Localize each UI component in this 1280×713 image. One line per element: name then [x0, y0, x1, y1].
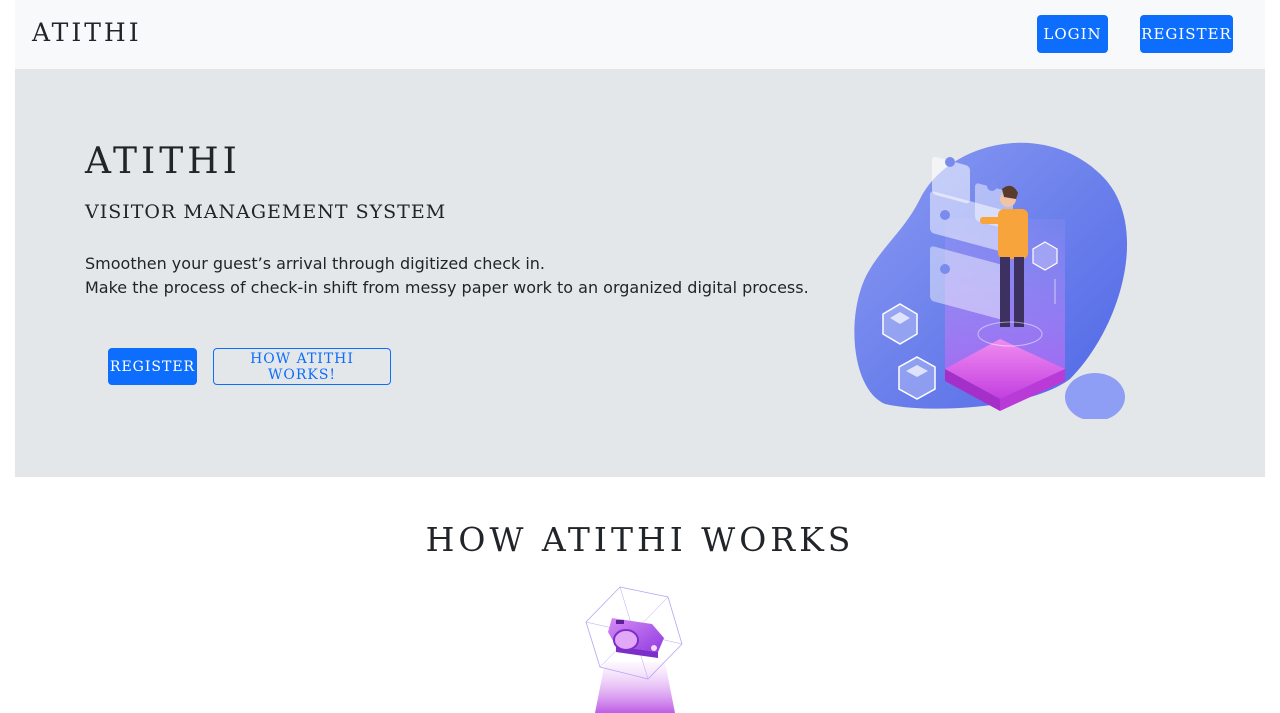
register-button[interactable]: REGISTER [1140, 15, 1233, 53]
hero-title: ATITHI [85, 141, 241, 182]
hero-subtitle: VISITOR MANAGEMENT SYSTEM [85, 201, 447, 223]
hero-register-button[interactable]: REGISTER [108, 348, 197, 385]
brand-logo[interactable]: ATITHI [32, 18, 142, 47]
how-it-works-illustration [585, 586, 683, 713]
hero-illustration [854, 142, 1128, 419]
hero-description-line-2: Make the process of check-in shift from … [85, 278, 809, 297]
hero-description-line-1: Smoothen your guest’s arrival through di… [85, 254, 546, 273]
how-it-works-title: HOW ATITHI WORKS [425, 520, 855, 559]
hero-description: Smoothen your guest’s arrival through di… [85, 252, 809, 300]
how-atithi-works-button[interactable]: HOW ATITHI WORKS! [213, 348, 391, 385]
login-button[interactable]: LOGIN [1037, 15, 1108, 53]
navbar: ATITHI LOGIN REGISTER [15, 0, 1265, 69]
hero-section: ATITHI VISITOR MANAGEMENT SYSTEM Smoothe… [15, 69, 1265, 477]
